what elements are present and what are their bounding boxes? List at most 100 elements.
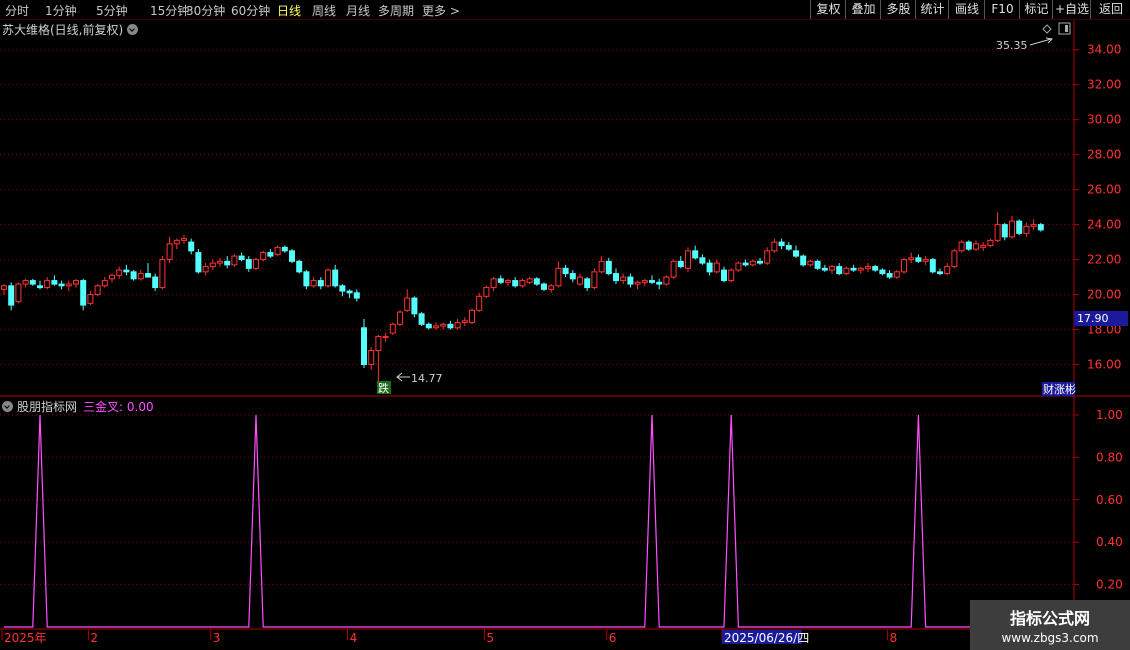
candle-down [965, 241, 972, 250]
candle-up [634, 281, 641, 285]
candle-up [994, 224, 1001, 241]
watermark: 指标公式网 www.zbgs3.com [970, 600, 1130, 650]
candle-up [253, 259, 259, 269]
candle-down [224, 260, 231, 266]
candle-up [735, 262, 742, 271]
candle-down [303, 271, 310, 287]
candle-up [382, 336, 389, 339]
candle-up [375, 336, 382, 352]
x-axis-label: 3 [213, 631, 221, 645]
candle-up [526, 278, 533, 283]
high-price-label: 35.35 [996, 39, 1028, 52]
candle-down [800, 255, 807, 266]
diamond-icon[interactable] [1042, 24, 1052, 34]
candle-down [8, 285, 15, 306]
candle-up [548, 285, 555, 290]
candle-down [814, 260, 821, 269]
candle-down [605, 260, 612, 275]
candle-up [749, 260, 756, 266]
candle-down [785, 245, 792, 250]
candle-down [929, 259, 936, 273]
candle-down [130, 271, 137, 280]
candle-up [987, 239, 994, 247]
candle-down [447, 323, 454, 329]
candle-up [555, 267, 562, 287]
candle-up [1023, 225, 1030, 234]
price-tick-label: 16.00 [1087, 358, 1121, 372]
candle-up [764, 250, 771, 264]
candle-up [22, 280, 29, 285]
candle-up [397, 311, 403, 325]
indicator-title[interactable]: 股朋指标网 三金叉: 0.00 [2, 398, 154, 415]
candle-up [958, 241, 965, 252]
candle-down [152, 276, 159, 289]
watermark-title: 指标公式网 [1009, 609, 1090, 628]
x-axis-label: 2 [90, 631, 98, 645]
candle-down [37, 285, 43, 289]
candle-up [641, 280, 648, 283]
candles [1, 212, 1044, 386]
candle-down [649, 280, 655, 283]
candle-up [771, 241, 778, 252]
indicator-tick-label: 0.80 [1096, 450, 1123, 464]
candle-up [490, 278, 497, 289]
candle-down [51, 280, 58, 285]
candle-up [728, 269, 735, 282]
price-tick-label: 30.00 [1087, 113, 1121, 127]
candle-down [879, 269, 886, 275]
candle-down [361, 327, 367, 366]
candle-up [713, 262, 720, 273]
candle-down [742, 262, 749, 266]
candle-down [533, 278, 540, 285]
candle-down [512, 280, 519, 287]
candle-down [296, 260, 303, 273]
candle-up [519, 280, 526, 287]
candle-up [922, 259, 929, 262]
candle-up [663, 276, 670, 285]
candle-down [339, 285, 346, 292]
candle-down [346, 290, 353, 294]
candle-down [627, 276, 634, 285]
candle-down [80, 280, 87, 306]
low-price-label: 14.77 [411, 372, 443, 385]
candle-up [87, 294, 94, 304]
candle-up [1030, 224, 1037, 227]
candle-down [569, 273, 576, 280]
indicator-tick-label: 0.60 [1096, 493, 1123, 507]
candle-down [145, 273, 151, 278]
candle-down [29, 280, 36, 285]
price-tick-label: 24.00 [1087, 218, 1121, 232]
indicator-series-line [4, 414, 1041, 628]
candle-down [915, 257, 922, 262]
candle-up [94, 285, 101, 296]
candle-up [505, 280, 511, 283]
candle-up [469, 309, 475, 324]
candle-down [425, 323, 432, 329]
candle-down [289, 250, 295, 262]
high-arrow [1029, 38, 1052, 46]
candle-down [562, 267, 569, 275]
candle-up [440, 323, 447, 327]
candle-down [541, 283, 547, 290]
chevron-down-icon[interactable] [2, 401, 13, 412]
candle-up [843, 267, 850, 275]
x-axis-label: 8 [890, 631, 898, 645]
candle-up [829, 266, 835, 271]
candle-up [389, 323, 396, 334]
price-tick-label: 34.00 [1087, 43, 1121, 57]
candle-down [188, 241, 195, 252]
candle-up [101, 280, 108, 287]
candle-up [620, 276, 627, 282]
candle-up [901, 259, 907, 273]
x-axis-labels: 2025年 2 3 4 5 6 2025/06/26/四 8 [1, 629, 898, 645]
candle-up [980, 245, 987, 248]
panel-toggle-icon[interactable] [1058, 22, 1071, 35]
candle-down [886, 273, 893, 278]
candle-up [454, 322, 461, 329]
candle-down [706, 262, 713, 273]
indicator-tick-label: 0.40 [1096, 535, 1123, 549]
candle-up [670, 260, 677, 278]
candle-down [677, 260, 684, 268]
candle-down [778, 241, 785, 247]
candle-up [476, 295, 483, 311]
